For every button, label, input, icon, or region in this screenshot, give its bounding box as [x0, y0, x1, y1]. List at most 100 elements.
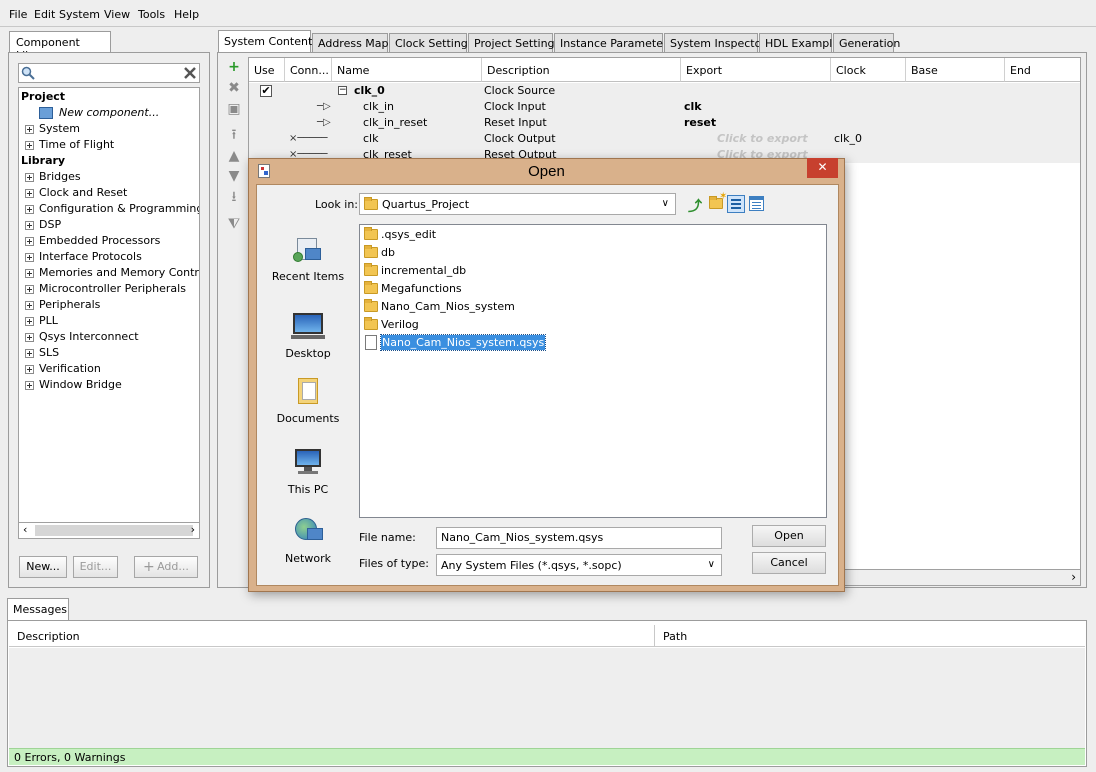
connection-icon[interactable]: ×───── [289, 131, 327, 147]
tab-generation[interactable]: Generation [833, 33, 900, 52]
file-name-input[interactable]: Nano_Cam_Nios_system.qsys [436, 527, 722, 549]
file-item[interactable]: Nano_Cam_Nios_system.qsys [362, 334, 547, 351]
column-header[interactable]: Clock [831, 58, 906, 82]
close-button[interactable]: ✕ [807, 158, 838, 178]
place-network[interactable]: Network [270, 516, 346, 565]
folder-item[interactable]: Nano_Cam_Nios_system [362, 298, 515, 315]
expand-icon[interactable] [25, 365, 34, 374]
tab-hdl-example[interactable]: HDL Example [759, 33, 839, 52]
column-header[interactable]: End [1005, 58, 1080, 82]
remove-icon[interactable]: ✖ [226, 80, 242, 96]
table-row[interactable]: ×───── clk Clock Output Click to export clk_… [249, 131, 1080, 147]
menu-system[interactable]: System [59, 8, 100, 21]
place-recent-items[interactable]: Recent Items [270, 234, 346, 283]
move-up-icon[interactable]: ▲ [226, 148, 242, 164]
column-path[interactable]: Path [663, 630, 687, 643]
expand-icon[interactable] [25, 381, 34, 390]
expand-icon[interactable] [25, 173, 34, 182]
component-tree[interactable]: Project New component... System Time of Fli… [18, 87, 200, 523]
connection-icon[interactable]: ─▷ [317, 99, 331, 115]
tree-item-label: Library [21, 154, 66, 167]
cell-export[interactable]: Click to export [717, 131, 808, 147]
up-one-level-icon[interactable]: ⤴ [688, 196, 702, 216]
file-list[interactable]: .qsys_edit db incremental_db Megafunctions N… [359, 224, 827, 518]
scroll-right-icon[interactable]: › [191, 523, 195, 536]
expand-icon[interactable] [25, 141, 34, 150]
folder-item[interactable]: .qsys_edit [362, 226, 436, 243]
tab-clock-settings[interactable]: Clock Settings [389, 33, 474, 52]
filter-icon[interactable]: ⧨ [226, 216, 242, 232]
move-bottom-icon[interactable]: ⭳ [226, 189, 242, 205]
cell-export[interactable]: clk [684, 99, 702, 115]
tab-messages[interactable]: Messages [7, 598, 69, 620]
list-view-icon[interactable] [727, 195, 745, 213]
tab-component-library[interactable]: Component Library [9, 31, 111, 62]
expand-icon[interactable] [25, 125, 34, 134]
cancel-button[interactable]: Cancel [752, 552, 826, 574]
cell-clock[interactable]: clk_0 [834, 131, 862, 147]
tab-system-inspector[interactable]: System Inspector [664, 33, 766, 52]
connection-icon[interactable]: ─▷ [317, 115, 331, 131]
expand-icon[interactable] [25, 253, 34, 262]
expand-icon[interactable] [25, 349, 34, 358]
table-row[interactable]: ✔ − clk_0 Clock Source [249, 83, 1080, 99]
tab-address-map[interactable]: Address Map [312, 33, 389, 52]
folder-item[interactable]: incremental_db [362, 262, 466, 279]
column-header[interactable]: Base [906, 58, 1005, 82]
column-header[interactable]: Name [332, 58, 482, 82]
place-documents[interactable]: Documents [270, 376, 346, 425]
folder-icon [364, 281, 378, 294]
tree-item-label: Bridges [39, 170, 81, 183]
collapse-icon[interactable]: − [338, 86, 347, 95]
library-horizontal-scrollbar[interactable]: ‹ › [18, 522, 200, 539]
scroll-right-icon[interactable]: › [1071, 570, 1076, 584]
expand-icon[interactable] [25, 333, 34, 342]
column-description[interactable]: Description [17, 630, 80, 643]
column-header[interactable]: Export [681, 58, 831, 82]
add-component-button[interactable]: + Add... [134, 556, 198, 578]
menu-tools[interactable]: Tools [138, 8, 165, 21]
look-in-select[interactable]: Quartus_Project ∨ [359, 193, 676, 215]
expand-icon[interactable] [25, 285, 34, 294]
edit-icon[interactable]: ▣ [226, 101, 242, 117]
table-row[interactable]: ─▷ clk_in Clock Input clk [249, 99, 1080, 115]
expand-icon[interactable] [25, 301, 34, 310]
edit-component-button[interactable]: Edit... [73, 556, 118, 578]
expand-icon[interactable] [25, 205, 34, 214]
expand-icon[interactable] [25, 237, 34, 246]
expand-icon[interactable] [25, 269, 34, 278]
menu-help[interactable]: Help [174, 8, 199, 21]
use-checkbox[interactable]: ✔ [260, 85, 272, 97]
clear-icon[interactable] [183, 66, 197, 80]
move-top-icon[interactable]: ⭱ [226, 127, 242, 143]
place-desktop[interactable]: Desktop [270, 311, 346, 360]
tab-instance-parameters[interactable]: Instance Parameters [554, 33, 673, 52]
column-header[interactable]: Description [482, 58, 681, 82]
table-row[interactable]: ─▷ clk_in_reset Reset Input reset [249, 115, 1080, 131]
scroll-thumb[interactable] [35, 525, 193, 536]
details-view-icon[interactable] [749, 196, 764, 211]
menu-edit[interactable]: Edit [34, 8, 55, 21]
library-search-input[interactable] [18, 63, 200, 83]
file-type-select[interactable]: Any System Files (*.qsys, *.sopc) ∨ [436, 554, 722, 576]
scroll-left-icon[interactable]: ‹ [23, 523, 27, 536]
column-header[interactable]: Conn... [285, 58, 332, 82]
tab-system-contents[interactable]: System Contents [218, 30, 318, 52]
add-icon[interactable]: + [226, 59, 242, 75]
open-button[interactable]: Open [752, 525, 826, 547]
folder-item[interactable]: db [362, 244, 395, 261]
new-component-button[interactable]: New... [19, 556, 67, 578]
expand-icon[interactable] [25, 189, 34, 198]
cell-export[interactable]: reset [684, 115, 716, 131]
place-this-pc[interactable]: This PC [270, 447, 346, 496]
menu-file[interactable]: File [9, 8, 27, 21]
tab-project-settings[interactable]: Project Settings [468, 33, 560, 52]
move-down-icon[interactable]: ▼ [226, 168, 242, 184]
column-header[interactable]: Use [249, 58, 285, 82]
expand-icon[interactable] [25, 317, 34, 326]
menu-view[interactable]: View [104, 8, 130, 21]
new-folder-icon[interactable]: ✶ [709, 191, 727, 209]
folder-item[interactable]: Megafunctions [362, 280, 462, 297]
expand-icon[interactable] [25, 221, 34, 230]
folder-item[interactable]: Verilog [362, 316, 419, 333]
